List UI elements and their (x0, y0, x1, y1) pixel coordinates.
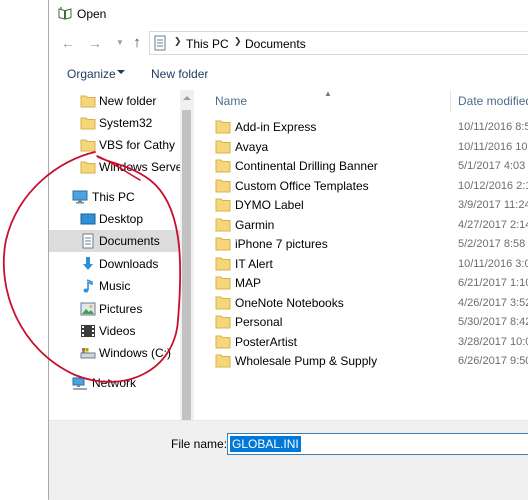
file-row[interactable]: MAP 6/21/2017 1:10 (195, 274, 528, 293)
folder-icon (215, 257, 231, 270)
back-arrow-icon[interactable]: ← (59, 33, 77, 53)
window-title: Open (77, 7, 107, 21)
folder-icon (215, 315, 231, 329)
breadcrumb-this-pc[interactable]: This PC (186, 37, 229, 51)
nav-item-system32[interactable]: System32 (49, 112, 180, 134)
folder-icon (215, 140, 231, 153)
nav-item-desktop[interactable]: Desktop (49, 208, 180, 230)
command-bar: Organize New folder (49, 60, 528, 88)
open-book-icon (58, 7, 72, 20)
nav-item-windows-server[interactable]: Windows Server (49, 156, 180, 178)
up-arrow-icon[interactable]: ↑ (128, 33, 146, 53)
nav-item-vbs-for-cathy[interactable]: VBS for Cathy (49, 134, 180, 156)
file-row[interactable]: OneNote Notebooks 4/26/2017 3:52 (195, 294, 528, 313)
nav-item-videos[interactable]: Videos (49, 320, 180, 342)
file-row[interactable]: IT Alert 10/11/2016 3:0 (195, 255, 528, 274)
music-icon (83, 279, 93, 293)
folder-icon (215, 218, 231, 231)
folder-icon (80, 161, 96, 174)
folder-icon (215, 354, 231, 368)
documents-icon (82, 233, 94, 249)
nav-item-new-folder[interactable]: New folder (49, 90, 180, 112)
file-row[interactable]: Continental Drilling Banner 5/1/2017 4:03… (195, 157, 528, 176)
file-row[interactable]: PosterArtist 3/28/2017 10:0 (195, 333, 528, 352)
folder-icon (215, 120, 231, 134)
recent-locations-chevron-icon[interactable]: ▼ (111, 33, 129, 53)
new-folder-button[interactable]: New folder (151, 67, 208, 81)
column-header-date-modified[interactable]: Date modified (458, 94, 528, 116)
nav-item-network[interactable]: Network (49, 372, 180, 394)
nav-item-downloads[interactable]: Downloads (49, 253, 180, 275)
address-bar[interactable]: ❯ This PC ❯ Documents (149, 31, 528, 55)
background-left (0, 0, 48, 500)
folder-icon (80, 95, 96, 108)
file-name-value: GLOBAL.INI (230, 436, 301, 452)
folder-icon (80, 117, 96, 130)
documents-location-icon (154, 35, 166, 51)
file-row[interactable]: Garmin 4/27/2017 2:14 (195, 216, 528, 235)
scroll-up-arrow-icon[interactable] (183, 96, 191, 100)
file-row[interactable]: Custom Office Templates 10/12/2016 2:1 (195, 177, 528, 196)
file-row[interactable]: Avaya 10/11/2016 10: (195, 138, 528, 157)
nav-item-music[interactable]: Music (49, 275, 180, 297)
forward-arrow-icon[interactable]: → (86, 33, 104, 53)
folder-icon (215, 198, 231, 212)
breadcrumb-separator-icon[interactable]: ❯ (234, 36, 242, 47)
file-name-input[interactable]: GLOBAL.INI (227, 433, 528, 455)
folder-icon (215, 296, 231, 309)
folder-icon (215, 335, 231, 348)
file-row[interactable]: Wholesale Pump & Supply 6/26/2017 9:50 (195, 352, 528, 371)
title-bar: Open (49, 0, 528, 28)
file-name-bar: File name: GLOBAL.INI (49, 420, 528, 500)
file-row[interactable]: DYMO Label 3/9/2017 11:24 (195, 196, 528, 215)
navigation-bar: ← → ▼ ↑ ❯ This PC ❯ Documents (49, 30, 528, 56)
folder-icon (215, 159, 231, 173)
network-icon (72, 377, 87, 390)
downloads-icon (83, 257, 93, 270)
videos-icon (81, 325, 95, 337)
scrollbar-thumb[interactable] (182, 110, 191, 420)
folder-icon (215, 237, 231, 251)
file-list: Name ▲ Date modified Add-in Express 10/11… (195, 90, 528, 420)
breadcrumb-separator-icon[interactable]: ❯ (174, 36, 182, 47)
desktop-icon (80, 213, 96, 225)
organize-dropdown-icon[interactable] (117, 70, 125, 74)
file-name-label: File name: (171, 437, 228, 451)
nav-item-documents[interactable]: Documents (49, 230, 180, 252)
column-header-name[interactable]: Name (215, 94, 247, 116)
open-dialog: Open ← → ▼ ↑ ❯ This PC ❯ Documents Organ… (48, 0, 528, 500)
sort-ascending-icon: ▲ (324, 90, 332, 98)
navigation-pane: New folder System32 VBS for Cathy Window… (49, 90, 180, 420)
file-row[interactable]: Personal 5/30/2017 8:42 (195, 313, 528, 332)
pictures-icon (80, 302, 96, 316)
nav-item-windows-c[interactable]: Windows (C:) (49, 342, 180, 364)
nav-item-pictures[interactable]: Pictures (49, 298, 180, 320)
folder-icon (215, 276, 231, 290)
nav-item-this-pc[interactable]: This PC (49, 186, 180, 208)
organize-button[interactable]: Organize (67, 67, 116, 81)
file-row[interactable]: iPhone 7 pictures 5/2/2017 8:58 A (195, 235, 528, 254)
column-divider[interactable] (450, 90, 451, 112)
drive-icon (80, 348, 96, 359)
file-row[interactable]: Add-in Express 10/11/2016 8:5 (195, 118, 528, 137)
computer-icon (72, 190, 88, 204)
folder-icon (215, 179, 231, 192)
breadcrumb-documents[interactable]: Documents (245, 37, 306, 51)
navigation-pane-scrollbar[interactable] (180, 90, 194, 420)
folder-icon (80, 139, 96, 152)
